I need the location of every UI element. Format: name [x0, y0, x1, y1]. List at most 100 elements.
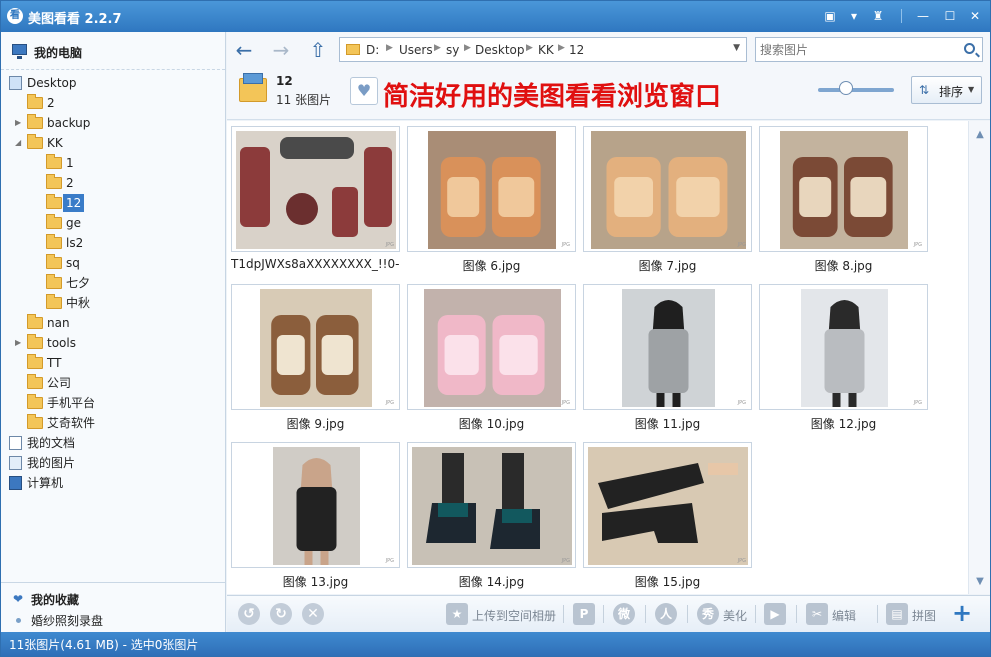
tree-item-tools[interactable]: ▶ tools	[15, 334, 205, 352]
tree-item-computer[interactable]: 计算机	[9, 474, 209, 492]
image-thumbnail[interactable]: JPG	[583, 442, 752, 568]
image-thumbnail[interactable]: JPG	[583, 126, 752, 252]
tree-item-folder[interactable]: nan	[27, 314, 207, 332]
image-thumbnail[interactable]: JPG	[231, 284, 400, 410]
chat-icon[interactable]: ▣	[821, 8, 839, 24]
photo-image	[591, 131, 746, 249]
image-thumbnail[interactable]: JPG	[231, 442, 400, 568]
tree-label: KK	[47, 136, 63, 150]
vertical-scrollbar[interactable]: ▲ ▼	[968, 121, 990, 594]
sort-label: 排序	[939, 85, 964, 99]
image-thumbnail[interactable]: JPG	[231, 126, 400, 252]
breadcrumb-sy[interactable]: sy	[446, 43, 459, 57]
forward-arrow-icon[interactable]: →	[270, 39, 292, 61]
tree-item-folder[interactable]: ge	[46, 214, 206, 232]
breadcrumb-12[interactable]: 12	[569, 43, 584, 57]
tree-item-desktop[interactable]: Desktop	[9, 74, 209, 92]
close-button[interactable]: ✕	[966, 8, 984, 24]
edit-icon: ✂	[806, 603, 828, 625]
tree-item-backup[interactable]: ▶ backup	[15, 114, 205, 132]
image-count: 11 张图片	[276, 93, 332, 107]
image-thumbnail[interactable]: JPG	[407, 284, 576, 410]
image-caption[interactable]: 图像 6.jpg	[407, 257, 576, 274]
photo-image	[236, 131, 396, 249]
zoom-slider-track[interactable]	[818, 88, 894, 92]
photo-image	[260, 289, 372, 407]
maximize-button[interactable]: ☐	[941, 8, 959, 24]
tree-item-folder[interactable]: sq	[46, 254, 206, 272]
add-favorite-button[interactable]: ♥	[350, 77, 378, 105]
up-folder-icon[interactable]: ⇧	[307, 39, 329, 61]
folder-icon	[46, 154, 62, 169]
breadcrumb-kk[interactable]: KK	[538, 43, 554, 57]
image-caption[interactable]: 图像 12.jpg	[759, 415, 928, 432]
image-caption[interactable]: 图像 7.jpg	[583, 257, 752, 274]
folder-icon	[46, 214, 62, 229]
toolbar-separator	[645, 605, 646, 623]
tree-item-folder[interactable]: 中秋	[46, 294, 206, 312]
address-bar[interactable]: D: ▶ Users ▶ sy ▶ Desktop ▶ KK ▶ 12 ▼	[339, 37, 747, 62]
tree-item-folder[interactable]: 2	[27, 94, 207, 112]
search-input[interactable]	[760, 41, 950, 58]
tree-item-folder[interactable]: 七夕	[46, 274, 206, 292]
tree-item-my-documents[interactable]: 我的文档	[9, 434, 209, 452]
tree-item-folder[interactable]: 手机平台	[27, 394, 207, 412]
image-caption[interactable]: 图像 11.jpg	[583, 415, 752, 432]
image-caption[interactable]: 图像 10.jpg	[407, 415, 576, 432]
image-caption[interactable]: 图像 8.jpg	[759, 257, 928, 274]
tree-label: 艾奇软件	[47, 416, 96, 430]
breadcrumb-desktop[interactable]: Desktop	[475, 43, 525, 57]
photo-image	[780, 131, 908, 249]
skin-icon[interactable]: ♜	[869, 8, 887, 24]
image-caption[interactable]: T1dpJWXs8aXXXXXXXX_!!0-i...	[231, 257, 400, 271]
image-thumbnail[interactable]: JPG	[759, 126, 928, 252]
image-thumbnail[interactable]: JPG	[583, 284, 752, 410]
format-badge: JPG	[385, 242, 394, 248]
zoom-slider-handle[interactable]	[839, 81, 853, 95]
scroll-up-icon[interactable]: ▲	[973, 129, 987, 140]
status-bar: 11张图片(4.61 MB) - 选中0张图片	[1, 632, 990, 656]
tree-item-folder[interactable]: 公司	[27, 374, 207, 392]
search-icon[interactable]	[964, 43, 975, 54]
image-caption[interactable]: 图像 15.jpg	[583, 573, 752, 590]
favorite-item[interactable]: 婚纱照刻录盘	[31, 612, 103, 629]
chevron-right-icon: ▶	[386, 43, 393, 53]
dropdown-icon[interactable]: ▼	[733, 43, 740, 53]
back-arrow-icon[interactable]: ←	[233, 39, 255, 61]
rotate-left-icon[interactable]: ↺	[238, 603, 260, 625]
beautify-label: 美化	[723, 609, 748, 623]
tree-label: 12	[63, 194, 85, 212]
image-caption[interactable]: 图像 13.jpg	[231, 573, 400, 590]
image-thumbnail[interactable]: JPG	[407, 442, 576, 568]
tree-item-folder[interactable]: ls2	[46, 234, 206, 252]
tree-item-folder[interactable]: TT	[27, 354, 207, 372]
collapse-arrow-icon[interactable]: ◢	[15, 134, 25, 152]
image-caption[interactable]: 图像 9.jpg	[231, 415, 400, 432]
breadcrumb-drive[interactable]: D:	[366, 43, 379, 57]
image-thumbnail[interactable]: JPG	[759, 284, 928, 410]
sidebar: 我的电脑 Desktop 2 ▶ backup ◢ KK 1 2 12 ge l…	[1, 32, 226, 632]
beautify-icon: 秀	[697, 603, 719, 625]
image-caption[interactable]: 图像 14.jpg	[407, 573, 576, 590]
tree-item-my-pictures[interactable]: 我的图片	[9, 454, 209, 472]
tree-label: backup	[47, 116, 91, 130]
scroll-down-icon[interactable]: ▼	[973, 576, 987, 587]
expand-arrow-icon[interactable]: ▶	[15, 114, 25, 132]
minimize-button[interactable]: —	[914, 8, 932, 24]
menu-icon[interactable]: ▾	[845, 8, 863, 24]
tree-item-kk[interactable]: ◢ KK	[15, 134, 205, 152]
breadcrumb-users[interactable]: Users	[399, 43, 433, 57]
add-icon[interactable]: +	[952, 599, 972, 627]
image-thumbnail[interactable]: JPG	[407, 126, 576, 252]
tree-item-folder[interactable]: 艾奇软件	[27, 414, 207, 432]
computer-icon	[9, 476, 22, 490]
folder-icon	[46, 234, 62, 249]
my-computer-header[interactable]: 我的电脑	[1, 32, 225, 70]
delete-icon[interactable]: ✕	[302, 603, 324, 625]
tree-item-folder[interactable]: 1	[46, 154, 206, 172]
tree-item-selected[interactable]: 12	[46, 194, 206, 212]
expand-arrow-icon[interactable]: ▶	[15, 334, 25, 352]
rotate-right-icon[interactable]: ↻	[270, 603, 292, 625]
sort-button[interactable]: ⇅ 排序 ▼	[911, 76, 982, 104]
tree-item-folder[interactable]: 2	[46, 174, 206, 192]
